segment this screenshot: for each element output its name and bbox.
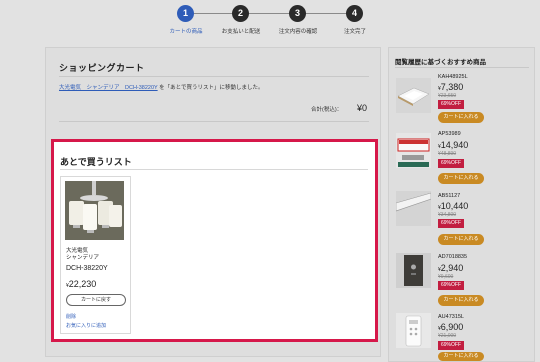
product-price-value: 22,230 [68, 279, 97, 289]
rec-price: ¥7,380 [438, 82, 464, 92]
save-for-later-title: あとで買うリスト [60, 157, 132, 167]
divider [59, 121, 369, 122]
step-4-label: 注文完了 [343, 29, 366, 35]
stepper-line [193, 13, 349, 14]
step-2-label: お支払いと配送 [221, 29, 261, 35]
step-1-label: カートの商品 [169, 29, 203, 35]
add-to-cart-button[interactable]: カートに入れる [438, 295, 484, 306]
product-category: シャンデリア [66, 255, 100, 261]
moved-message-text: を「あとで買うリスト」に移動しました。 [159, 85, 264, 91]
rec-price: ¥14,940 [438, 140, 469, 150]
product-price: ¥22,230 [66, 279, 96, 289]
step-3-circle: 3 [289, 5, 306, 22]
step-3-label: 注文内容の確認 [278, 29, 318, 35]
cart-title: ショッピングカート [59, 63, 145, 73]
divider [60, 169, 368, 170]
product-maker: 大光電気 シャンデリア [66, 248, 99, 262]
rec-model: AP53989 [438, 131, 461, 137]
switch-panel-icon[interactable] [396, 253, 431, 288]
discount-badge: 69%OFF [438, 219, 465, 228]
discount-badge: 69%OFF [438, 159, 465, 168]
rec-model: KAH48925L [438, 74, 468, 80]
step-4-circle: 4 [346, 5, 363, 22]
divider [59, 76, 369, 77]
product-model: DCH-38220Y [66, 265, 108, 272]
rec-old-price: ¥48,890 [438, 151, 457, 157]
wall-light-icon[interactable] [396, 133, 431, 168]
rec-old-price: ¥21,000 [438, 333, 457, 339]
total-label: 合計(税込)： [311, 107, 343, 113]
add-to-cart-button[interactable]: カートに入れる [438, 352, 484, 361]
moved-message: 大光電気 シャンデリア DCH-38220Y を「あとで買うリスト」に移動しまし… [59, 83, 264, 91]
total-value: ¥0 [357, 103, 368, 113]
add-to-cart-button[interactable]: カートに入れる [438, 112, 484, 123]
bar-light-icon[interactable] [396, 191, 431, 226]
add-to-cart-button[interactable]: カートに入れる [438, 173, 484, 184]
discount-badge: 69%OFF [438, 100, 465, 109]
product-maker-name: 大光電気 [66, 248, 89, 254]
rec-model: AD7018835 [438, 254, 468, 260]
rec-price: ¥6,900 [438, 322, 464, 332]
rec-model: AU47315L [438, 314, 464, 320]
return-to-cart-button[interactable]: カートに戻す [66, 294, 126, 306]
rec-old-price: ¥34,800 [438, 212, 457, 218]
divider [395, 67, 529, 68]
remote-control-icon[interactable] [396, 313, 431, 348]
discount-badge: 69%OFF [438, 281, 465, 290]
ceiling-light-icon[interactable] [396, 78, 431, 113]
step-1-circle: 1 [177, 5, 194, 22]
recommendation-title: 閲覧履歴に基づくおすすめ商品 [395, 59, 486, 66]
rec-price: ¥10,440 [438, 201, 469, 211]
rec-model: AB51127 [438, 193, 461, 199]
add-to-cart-button[interactable]: カートに入れる [438, 234, 484, 245]
discount-badge: 69%OFF [438, 341, 465, 350]
chandelier-product-image[interactable] [65, 181, 124, 240]
delete-link[interactable]: 削除 [66, 313, 76, 320]
moved-product-link[interactable]: 大光電気 シャンデリア DCH-38220Y [59, 85, 158, 91]
rec-price: ¥2,940 [438, 263, 464, 273]
rec-old-price: ¥9,600 [438, 274, 454, 280]
step-2-circle: 2 [232, 5, 249, 22]
add-to-favorites-link[interactable]: お気に入りに追加 [66, 322, 106, 329]
rec-old-price: ¥23,650 [438, 93, 457, 99]
